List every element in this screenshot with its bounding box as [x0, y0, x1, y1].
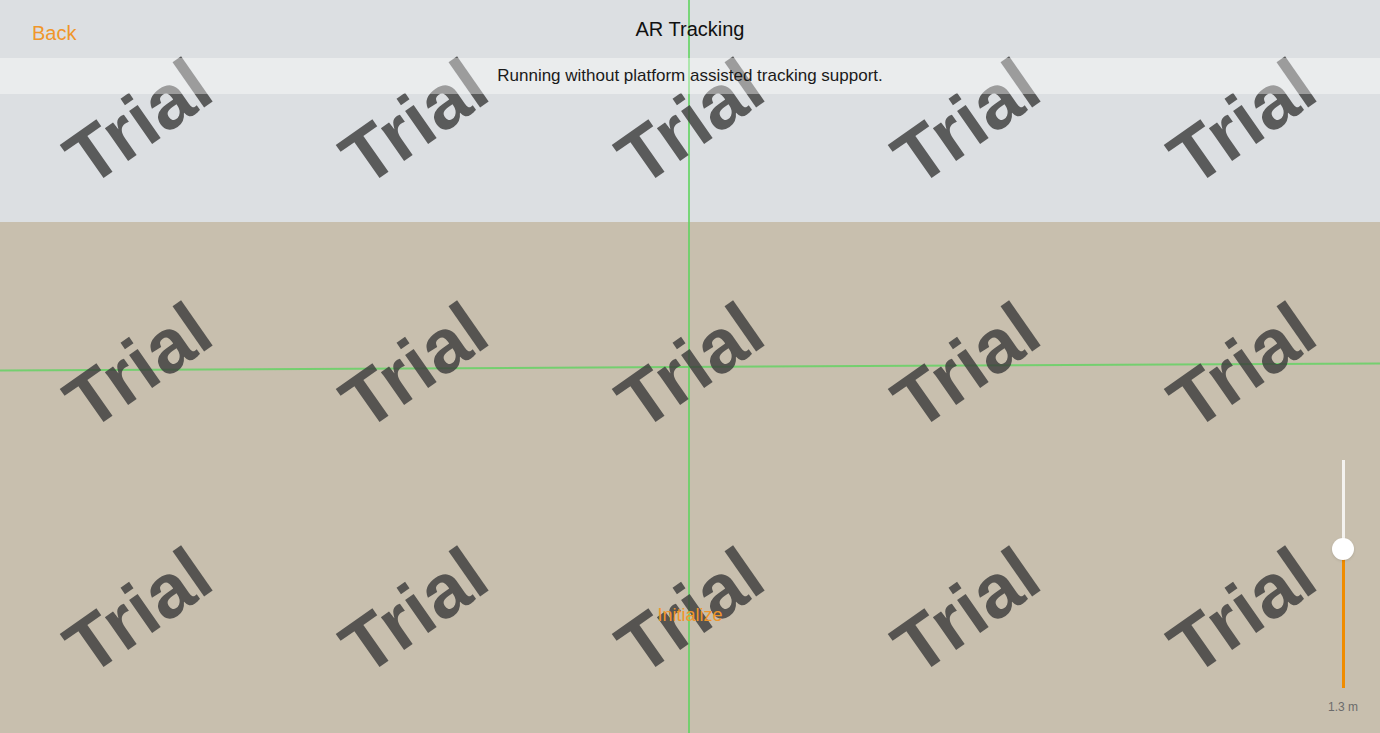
watermark-text: Trial [1156, 291, 1328, 443]
watermark-text: Trial [328, 535, 500, 687]
watermark-cell: Trial [276, 489, 552, 733]
scale-slider: 1.3 m [1310, 460, 1376, 716]
watermark-cell: Trial [828, 244, 1104, 488]
watermark-cell: Trial [1104, 489, 1380, 733]
watermark-cell: Trial [276, 244, 552, 488]
slider-thumb[interactable] [1332, 538, 1354, 560]
slider-reading: 1.3 m [1328, 698, 1358, 716]
watermark-cell: Trial [552, 244, 828, 488]
floor-area [0, 222, 1380, 733]
watermark-cell: Trial [276, 0, 552, 244]
initialize-row: Initialize [0, 602, 1380, 629]
watermark-cell: Trial [1104, 244, 1380, 488]
watermark-text: Trial [328, 291, 500, 443]
page-title: AR Tracking [636, 14, 745, 44]
slider-track[interactable] [1342, 460, 1345, 688]
title-bar: Back AR Tracking [0, 0, 1380, 58]
watermark-text: Trial [1156, 535, 1328, 687]
status-text: Running without platform assisted tracki… [497, 63, 883, 89]
watermark-cell: Trial [0, 244, 276, 488]
watermark-cell: Trial [0, 489, 276, 733]
watermark-text: Trial [604, 291, 776, 443]
watermark-cell: Trial [828, 0, 1104, 244]
watermark-text: Trial [52, 535, 224, 687]
back-button[interactable]: Back [32, 18, 76, 48]
slider-fill [1342, 549, 1345, 688]
watermark-text: Trial [880, 535, 1052, 687]
watermark-text: Trial [880, 291, 1052, 443]
watermark-text: Trial [52, 291, 224, 443]
watermark-cell: Trial [828, 489, 1104, 733]
initialize-button[interactable]: Initialize [653, 602, 726, 629]
status-band: Running without platform assisted tracki… [0, 58, 1380, 94]
watermark-cell: Trial [1104, 0, 1380, 244]
header: Back AR Tracking Running without platform … [0, 0, 1380, 94]
